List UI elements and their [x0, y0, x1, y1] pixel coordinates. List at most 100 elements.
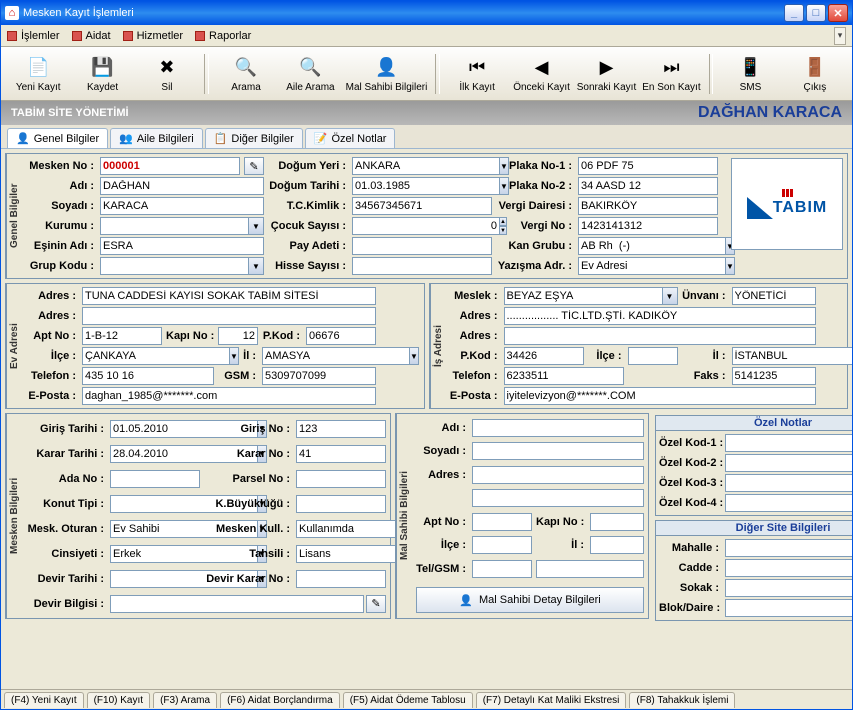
- next-record-button[interactable]: ▶Sonraki Kayıt: [577, 50, 636, 98]
- cadde-field[interactable]: [725, 559, 852, 577]
- first-record-button[interactable]: ⏮İlk Kayıt: [448, 50, 506, 98]
- devirbilgisi-field[interactable]: [110, 595, 364, 613]
- kararno-field[interactable]: [296, 445, 386, 463]
- ms-gsm-field[interactable]: [536, 560, 644, 578]
- tab-diger[interactable]: 📋Diğer Bilgiler: [205, 128, 303, 148]
- ms-tel-field[interactable]: [472, 560, 532, 578]
- ev-eposta-field[interactable]: [82, 387, 376, 405]
- menu-hizmetler[interactable]: Hizmetler: [123, 30, 183, 42]
- vergino-field[interactable]: [578, 217, 718, 235]
- delete-button[interactable]: ✖Sil: [138, 50, 196, 98]
- edit-meskenno-button[interactable]: ✎: [244, 157, 264, 175]
- fkey-f8[interactable]: (F8) Tahakkuk İşlemi: [629, 692, 735, 708]
- cocuk-spinner[interactable]: ▲▼: [352, 217, 492, 235]
- grupkodu-combo[interactable]: ▼: [100, 257, 264, 275]
- vergidairesi-field[interactable]: [578, 197, 718, 215]
- giristarihi-combo[interactable]: ▼: [110, 420, 200, 438]
- sms-button[interactable]: 📱SMS: [721, 50, 779, 98]
- esadi-field[interactable]: [100, 237, 264, 255]
- family-search-button[interactable]: 🔍Aile Arama: [281, 50, 339, 98]
- ev-tel-field[interactable]: [82, 367, 214, 385]
- ev-gsm-field[interactable]: [262, 367, 376, 385]
- mahalle-field[interactable]: [725, 539, 852, 557]
- parselno-field[interactable]: [296, 470, 386, 488]
- fkey-f6[interactable]: (F6) Aidat Borçlandırma: [220, 692, 340, 708]
- yazisma-combo[interactable]: ▼: [578, 257, 718, 275]
- exit-button[interactable]: 🚪Çıkış: [786, 50, 844, 98]
- close-button[interactable]: ✕: [828, 4, 848, 22]
- cinsiyeti-combo[interactable]: ▼: [110, 545, 200, 563]
- tahsili-combo[interactable]: ▼: [296, 545, 386, 563]
- minimize-button[interactable]: _: [784, 4, 804, 22]
- ev-aptno-field[interactable]: [82, 327, 162, 345]
- karartarihi-combo[interactable]: ▼: [110, 445, 200, 463]
- prev-record-button[interactable]: ◀Önceki Kayıt: [512, 50, 570, 98]
- menu-raporlar[interactable]: Raporlar: [195, 30, 251, 42]
- ms-soyadi-field[interactable]: [472, 442, 644, 460]
- ms-adres1-field[interactable]: [472, 466, 644, 484]
- chevron-down-icon[interactable]: ▼: [248, 257, 264, 275]
- plaka1-field[interactable]: [578, 157, 718, 175]
- devirtarihi-combo[interactable]: ▼: [110, 570, 200, 588]
- hisse-field[interactable]: [352, 257, 492, 275]
- kbuyuk-field[interactable]: [296, 495, 386, 513]
- ev-adres2-field[interactable]: [82, 307, 376, 325]
- girisno-field[interactable]: [296, 420, 386, 438]
- adi-field[interactable]: [100, 177, 264, 195]
- fkey-f7[interactable]: (F7) Detaylı Kat Maliki Ekstresi: [476, 692, 627, 708]
- ms-ilce-field[interactable]: [472, 536, 532, 554]
- titlebar[interactable]: ⌂ Mesken Kayıt İşlemleri _ □ ✕: [1, 1, 852, 25]
- ev-kapino-field[interactable]: [218, 327, 258, 345]
- menu-aidat[interactable]: Aidat: [72, 30, 111, 42]
- is-pkod-field[interactable]: [504, 347, 584, 365]
- meskenno-field[interactable]: [100, 157, 240, 175]
- save-button[interactable]: 💾Kaydet: [73, 50, 131, 98]
- ms-kapino-field[interactable]: [590, 513, 644, 531]
- soyadi-field[interactable]: [100, 197, 264, 215]
- ozelkod4-combo[interactable]: ▼: [725, 494, 852, 512]
- is-faks-field[interactable]: [732, 367, 816, 385]
- last-record-button[interactable]: ⏭En Son Kayıt: [642, 50, 700, 98]
- chevron-down-icon[interactable]: ▼: [409, 347, 419, 365]
- tab-aile[interactable]: 👥Aile Bilgileri: [110, 128, 203, 148]
- konuttipi-combo[interactable]: ▼: [110, 495, 200, 513]
- fkey-f3[interactable]: (F3) Arama: [153, 692, 217, 708]
- is-tel-field[interactable]: [504, 367, 624, 385]
- meskenkull-combo[interactable]: ▼: [296, 520, 386, 538]
- meskoturan-combo[interactable]: ▼: [110, 520, 200, 538]
- is-il-combo[interactable]: ▼: [732, 347, 816, 365]
- ev-adres1-field[interactable]: [82, 287, 376, 305]
- search-button[interactable]: 🔍Arama: [217, 50, 275, 98]
- blok-field[interactable]: [725, 599, 852, 617]
- kurumu-combo[interactable]: ▼: [100, 217, 264, 235]
- ms-aptno-field[interactable]: [472, 513, 532, 531]
- plaka2-field[interactable]: [578, 177, 718, 195]
- fkey-f4[interactable]: (F4) Yeni Kayıt: [4, 692, 84, 708]
- menu-overflow[interactable]: ▾: [834, 27, 846, 45]
- fkey-f5[interactable]: (F5) Aidat Ödeme Tablosu: [343, 692, 473, 708]
- payadeti-field[interactable]: [352, 237, 492, 255]
- chevron-down-icon[interactable]: ▼: [248, 217, 264, 235]
- menu-islemler[interactable]: İşlemler: [7, 30, 60, 42]
- ev-pkod-field[interactable]: [306, 327, 376, 345]
- fkey-f10[interactable]: (F10) Kayıt: [87, 692, 150, 708]
- ozelkod1-combo[interactable]: ▼: [725, 434, 852, 452]
- ozelkod2-combo[interactable]: ▼: [725, 454, 852, 472]
- new-record-button[interactable]: 📄Yeni Kayıt: [9, 50, 67, 98]
- ms-adres2-field[interactable]: [472, 489, 644, 507]
- tckimlik-field[interactable]: [352, 197, 492, 215]
- chevron-down-icon[interactable]: ▼: [662, 287, 678, 305]
- dogumtarihi-combo[interactable]: ▼: [352, 177, 492, 195]
- sokak-field[interactable]: [725, 579, 852, 597]
- dogumyeri-combo[interactable]: ▼: [352, 157, 492, 175]
- is-eposta-field[interactable]: [504, 387, 816, 405]
- owner-detail-button[interactable]: 👤Mal Sahibi Detay Bilgileri: [416, 587, 644, 613]
- meslek-combo[interactable]: ▼: [504, 287, 678, 305]
- adano-field[interactable]: [110, 470, 200, 488]
- kangrubu-combo[interactable]: ▼: [578, 237, 718, 255]
- is-adres1-field[interactable]: [504, 307, 816, 325]
- maximize-button[interactable]: □: [806, 4, 826, 22]
- is-ilce-field[interactable]: [628, 347, 678, 365]
- is-adres2-field[interactable]: [504, 327, 816, 345]
- owner-info-button[interactable]: 👤Mal Sahibi Bilgileri: [346, 50, 428, 98]
